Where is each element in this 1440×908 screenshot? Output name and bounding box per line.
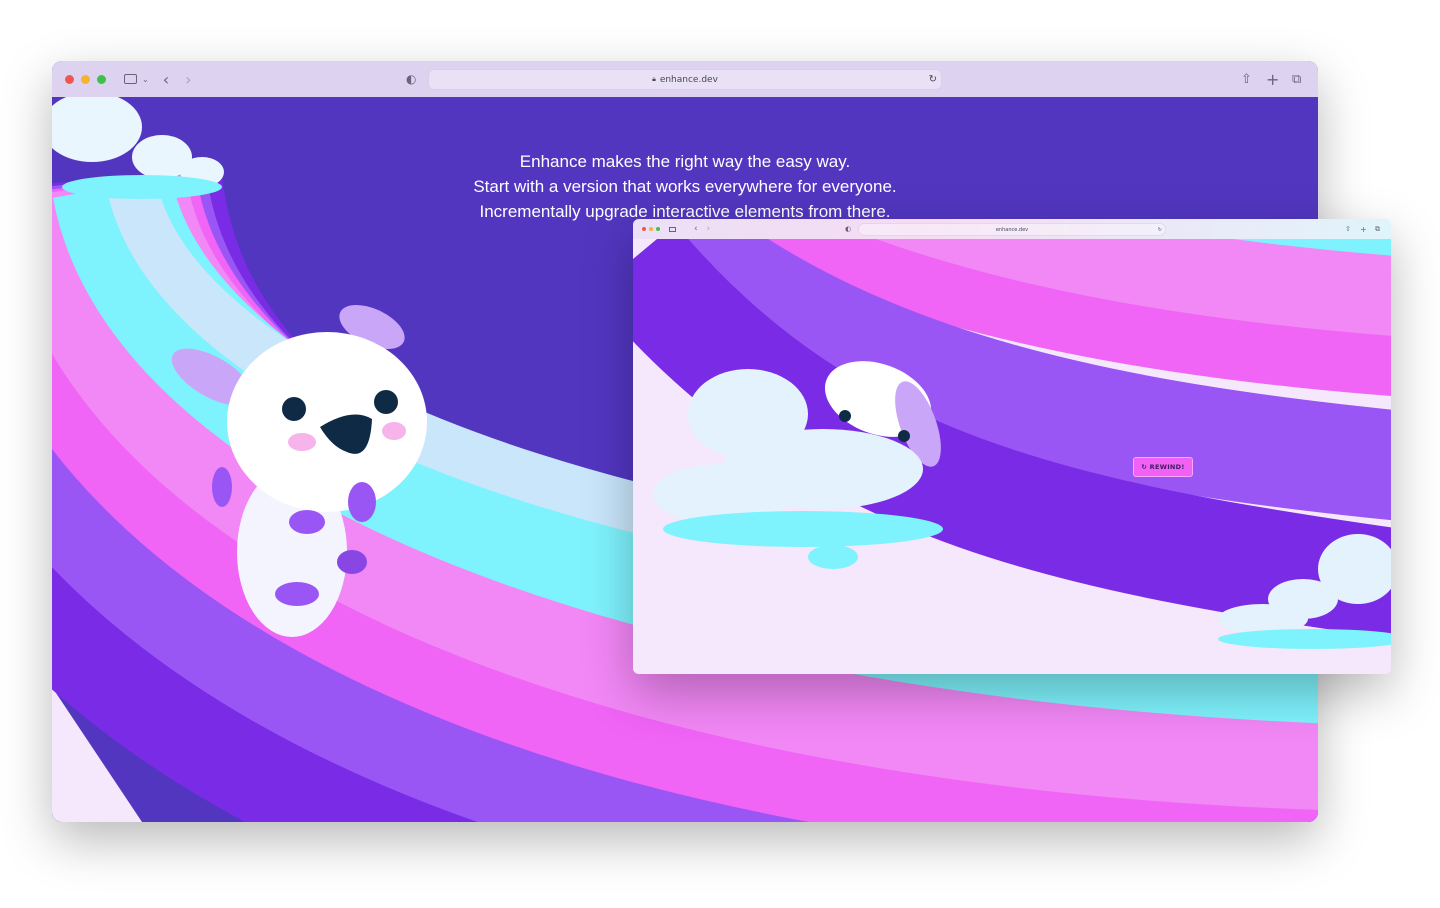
lock-icon: 🔒︎ <box>652 75 656 83</box>
new-tab-icon[interactable]: + <box>1360 225 1367 234</box>
sidebar-icon[interactable] <box>124 74 137 84</box>
sidebar-icon[interactable] <box>669 226 676 232</box>
zoom-dot[interactable] <box>97 74 106 84</box>
tabs-overview-icon[interactable]: ⧉ <box>1375 225 1380 234</box>
page-content: ↻ REWIND! <box>633 239 1391 674</box>
reload-icon[interactable]: ↻ <box>1158 227 1162 233</box>
back-icon[interactable]: ‹ <box>163 70 169 89</box>
address-bar[interactable]: 🔒︎ enhance.dev ↻ <box>428 69 942 90</box>
close-dot[interactable] <box>65 74 74 84</box>
browser-toolbar: ⌄ ‹ › ◐ 🔒︎ enhance.dev ↻ ⇧ + ⧉ <box>52 61 1318 97</box>
forward-icon[interactable]: › <box>707 224 711 234</box>
chevron-down-icon[interactable]: ⌄ <box>142 75 149 84</box>
back-icon[interactable]: ‹ <box>694 224 698 234</box>
minimize-dot[interactable] <box>81 74 90 84</box>
minimize-dot[interactable] <box>649 227 653 231</box>
zoom-dot[interactable] <box>656 227 660 231</box>
url-text: enhance.dev <box>995 226 1029 233</box>
tagline: Enhance makes the right way the easy way… <box>52 149 1318 224</box>
tabs-overview-icon[interactable]: ⧉ <box>1292 72 1301 87</box>
share-icon[interactable]: ⇧ <box>1345 225 1351 233</box>
browser-toolbar: ‹ › ◐ enhance.dev ↻ ⇧ + ⧉ <box>633 219 1391 239</box>
reload-icon[interactable]: ↻ <box>929 74 937 85</box>
tagline-line-2: Start with a version that works everywhe… <box>473 177 897 196</box>
close-dot[interactable] <box>642 227 646 231</box>
privacy-shield-icon[interactable]: ◐ <box>845 225 851 233</box>
tagline-line-1: Enhance makes the right way the easy way… <box>519 152 851 171</box>
inner-browser-window: ‹ › ◐ enhance.dev ↻ ⇧ + ⧉ ↻ REWIND! <box>633 219 1391 674</box>
new-tab-icon[interactable]: + <box>1266 70 1279 89</box>
privacy-shield-icon[interactable]: ◐ <box>406 72 416 86</box>
url-text: enhance.dev <box>659 74 718 85</box>
share-icon[interactable]: ⇧ <box>1241 72 1252 87</box>
forward-icon[interactable]: › <box>185 70 191 89</box>
address-bar[interactable]: enhance.dev ↻ <box>858 223 1166 236</box>
rainbow-illustration <box>633 239 1391 674</box>
rewind-button[interactable]: ↻ REWIND! <box>1133 457 1193 477</box>
